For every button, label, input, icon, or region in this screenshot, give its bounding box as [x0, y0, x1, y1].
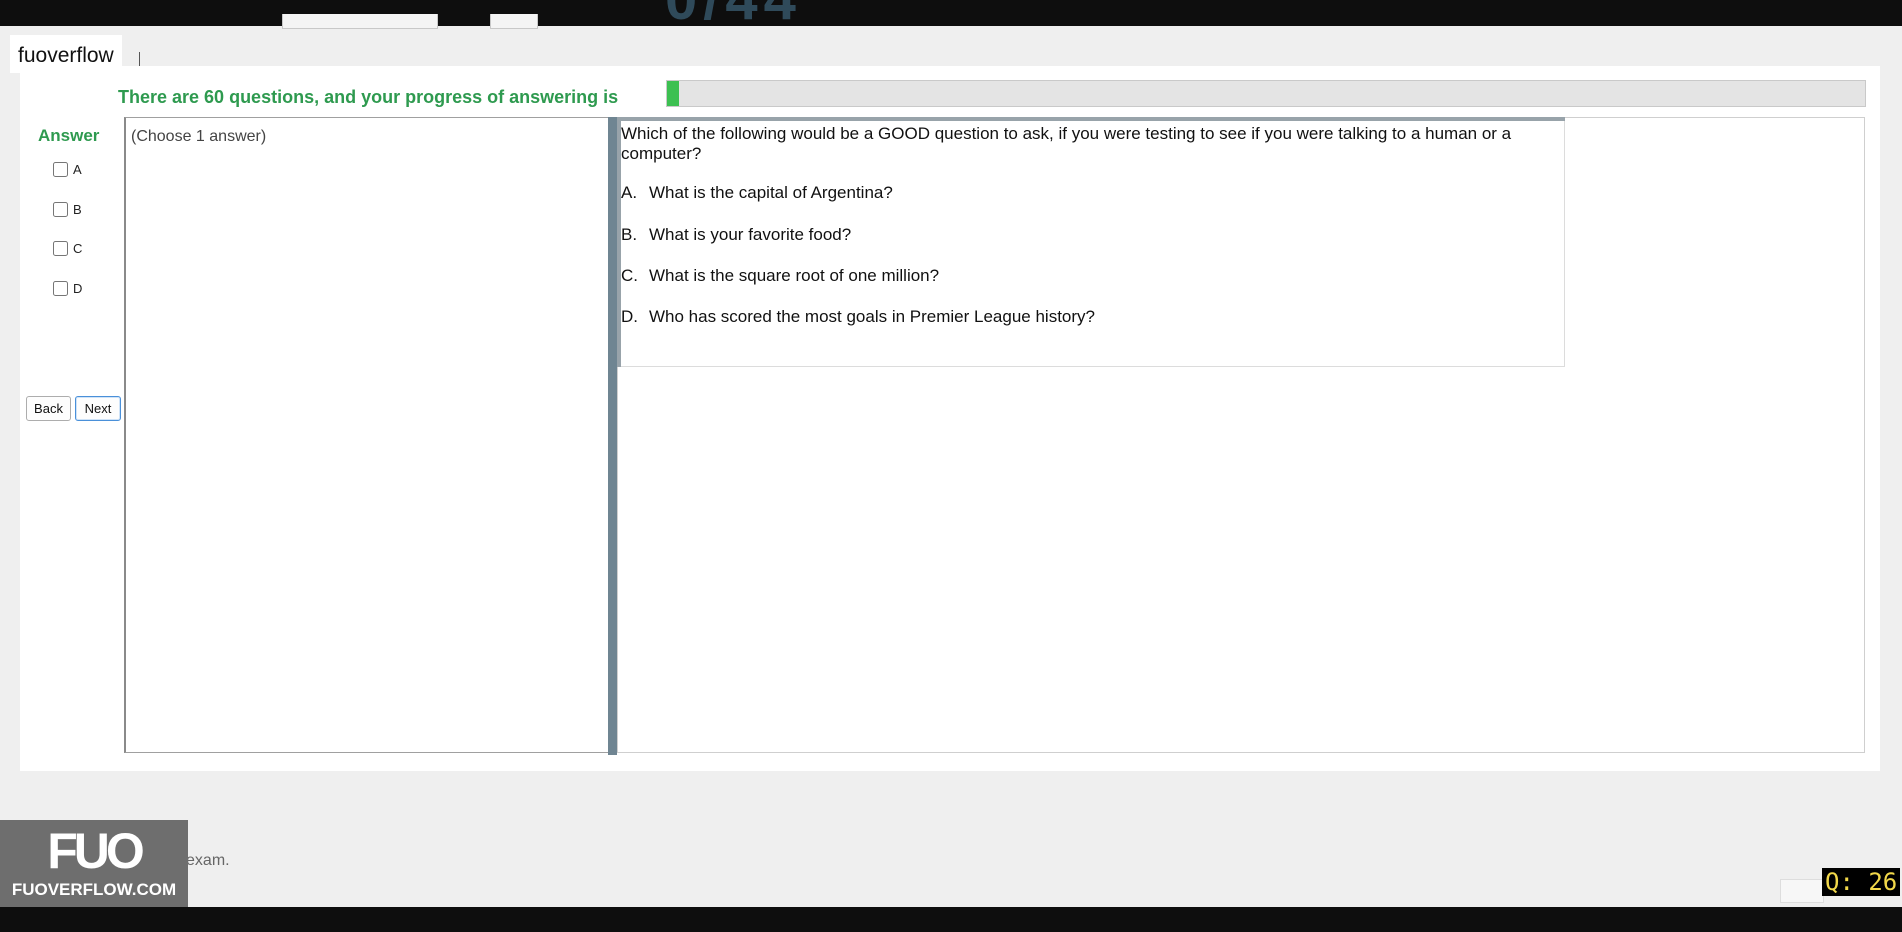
question-option-letter: A.: [621, 183, 638, 202]
next-button[interactable]: Next: [75, 396, 121, 421]
choose-hint: (Choose 1 answer): [131, 128, 267, 145]
progress-bar-fill: [667, 81, 679, 106]
question-card-top-border: [617, 117, 1565, 121]
counter-box-remnant: [1780, 879, 1824, 903]
question-option-text: What is your favorite food?: [649, 225, 852, 244]
question-option-text: Who has scored the most goals in Premier…: [649, 307, 1096, 326]
panel-splitter[interactable]: [608, 117, 617, 755]
question-option-a: A. What is the capital of Argentina?: [621, 183, 893, 203]
watermark-mark: FUO: [47, 823, 145, 879]
answer-checkbox-d[interactable]: [53, 281, 68, 296]
answer-input-area[interactable]: [124, 117, 609, 753]
watermark-logo: FUO FUOVERFLOW.COM: [0, 820, 188, 907]
answer-option-label: D: [73, 281, 83, 296]
question-option-text: What is the capital of Argentina?: [649, 183, 893, 202]
answer-option-c[interactable]: C: [53, 241, 82, 256]
question-option-d: D. Who has scored the most goals in Premi…: [621, 307, 1095, 327]
answer-option-a[interactable]: A: [53, 162, 82, 177]
question-text: Which of the following would be a GOOD q…: [621, 124, 1512, 163]
answer-option-label: C: [73, 241, 83, 256]
answer-heading: Answer: [38, 126, 100, 145]
top-header-remnant: 0/44: [665, 0, 825, 26]
question-option-letter: B.: [621, 225, 638, 244]
answer-checkbox-a[interactable]: [53, 162, 68, 177]
question-option-letter: D.: [621, 307, 638, 326]
answer-option-b[interactable]: B: [53, 202, 82, 217]
answer-option-label: A: [73, 162, 82, 177]
back-button[interactable]: Back: [26, 396, 71, 421]
answer-option-d[interactable]: D: [53, 281, 82, 296]
answer-option-label: B: [73, 202, 82, 217]
progress-label: There are 60 questions, and your progres…: [118, 87, 619, 107]
progress-bar: [666, 80, 1866, 107]
answer-checkbox-b[interactable]: [53, 202, 68, 217]
watermark-url: FUOVERFLOW.COM: [11, 880, 177, 899]
question-option-text: What is the square root of one million?: [649, 266, 940, 285]
question-counter: Q: 26: [1822, 868, 1901, 896]
question-option-c: C. What is the square root of one million…: [621, 266, 939, 286]
question-option-letter: C.: [621, 266, 638, 285]
answer-checkbox-c[interactable]: [53, 241, 68, 256]
top-button-remnant[interactable]: [490, 14, 538, 29]
question-option-b: B. What is your favorite food?: [621, 225, 851, 245]
top-dropdown-remnant[interactable]: [282, 14, 438, 29]
bottom-black-bar: [0, 907, 1902, 932]
